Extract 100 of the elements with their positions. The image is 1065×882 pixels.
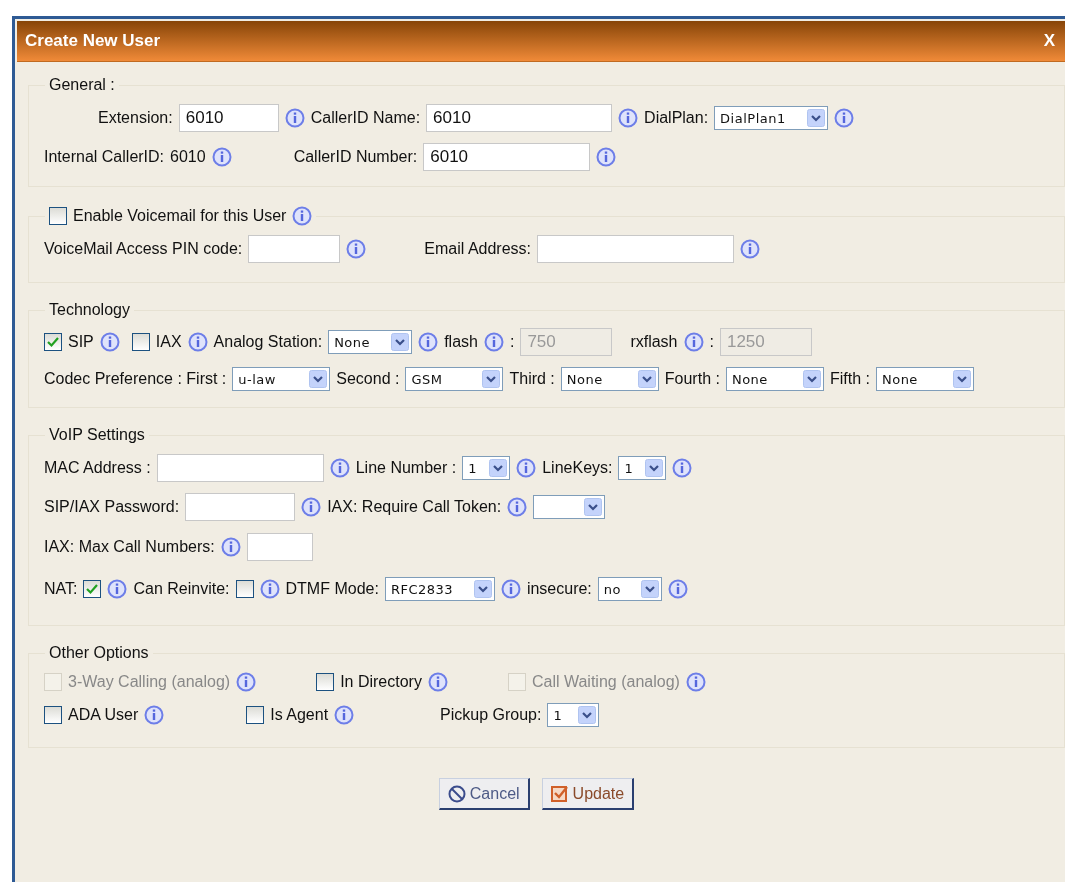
info-icon[interactable] xyxy=(418,332,439,352)
dropdown[interactable]: DialPlan1 xyxy=(714,106,829,130)
field-label: VoIP Settings xyxy=(49,426,145,444)
checkbox-label: SIP xyxy=(68,333,94,351)
dropdown[interactable]: 1 xyxy=(618,456,667,480)
info-icon[interactable] xyxy=(236,672,257,692)
chevron-down-icon xyxy=(802,370,821,388)
checkbox-label: ADA User xyxy=(68,706,139,724)
field-label: IAX: Require Call Token: xyxy=(327,498,502,516)
dropdown[interactable]: no xyxy=(597,577,662,601)
checkbox[interactable] xyxy=(44,333,62,351)
info-icon[interactable] xyxy=(427,672,448,692)
chevron-down-icon xyxy=(952,370,971,388)
field-label: flash xyxy=(444,333,478,351)
info-icon[interactable] xyxy=(220,537,241,557)
field-label: Extension: xyxy=(98,109,173,127)
field-label: insecure: xyxy=(526,580,592,598)
field-label: Internal CallerID: xyxy=(44,148,165,166)
input-field[interactable] xyxy=(246,533,313,561)
input-field[interactable] xyxy=(537,235,735,263)
field-label: Other Options xyxy=(49,644,149,662)
dropdown[interactable]: None xyxy=(328,330,413,354)
input-field[interactable]: 6010 xyxy=(423,143,591,171)
info-icon[interactable] xyxy=(596,147,617,167)
info-icon[interactable] xyxy=(507,497,528,517)
field-label: : xyxy=(509,333,515,351)
info-icon[interactable] xyxy=(516,458,537,478)
chevron-down-icon xyxy=(807,109,826,127)
info-icon[interactable] xyxy=(187,332,208,352)
info-icon[interactable] xyxy=(685,672,706,692)
checkbox[interactable] xyxy=(316,673,335,691)
field-label: rxflash xyxy=(630,333,678,351)
info-icon[interactable] xyxy=(667,579,688,599)
chevron-down-icon xyxy=(489,459,508,477)
field-label: IAX: Max Call Numbers: xyxy=(44,538,215,556)
checkbox[interactable] xyxy=(49,207,67,225)
update-button[interactable]: Update xyxy=(541,778,635,810)
field-label: NAT: xyxy=(44,580,78,598)
dropdown[interactable]: 1 xyxy=(462,456,511,480)
dropdown[interactable]: None xyxy=(875,367,974,391)
field-label: Second : xyxy=(336,370,400,388)
info-icon[interactable] xyxy=(740,239,761,259)
info-icon[interactable] xyxy=(672,458,693,478)
info-icon[interactable] xyxy=(284,108,305,128)
chevron-down-icon xyxy=(309,370,328,388)
dropdown[interactable]: RFC2833 xyxy=(384,577,495,601)
dropdown[interactable]: None xyxy=(560,367,659,391)
close-button[interactable]: X xyxy=(1043,31,1055,51)
dropdown[interactable] xyxy=(533,495,606,519)
info-icon[interactable] xyxy=(500,579,521,599)
cancel-button[interactable]: Cancel xyxy=(438,778,530,810)
info-icon[interactable] xyxy=(144,705,165,725)
info-icon[interactable] xyxy=(329,458,350,478)
checkbox-label: Enable Voicemail for this User xyxy=(73,207,287,225)
info-icon[interactable] xyxy=(834,108,855,128)
field-label: Third : xyxy=(509,370,555,388)
input-field[interactable]: 6010 xyxy=(178,104,279,132)
info-icon[interactable] xyxy=(683,332,704,352)
dropdown[interactable]: GSM xyxy=(405,367,504,391)
checkbox-label: 3-Way Calling (analog) xyxy=(68,673,231,691)
dropdown[interactable]: 1 xyxy=(547,703,600,727)
checkbox[interactable] xyxy=(235,580,254,598)
field-label: DTMF Mode: xyxy=(285,580,379,598)
field-label: General : xyxy=(49,76,115,94)
field-label: Email Address: xyxy=(424,240,532,258)
checkbox[interactable] xyxy=(44,706,62,724)
chevron-down-icon xyxy=(391,333,410,351)
field-label: SIP/IAX Password: xyxy=(44,498,180,516)
info-icon[interactable] xyxy=(211,147,232,167)
info-icon[interactable] xyxy=(292,206,313,226)
field-label: Technology xyxy=(49,301,130,319)
field-label: Line Number : xyxy=(355,459,457,477)
info-icon[interactable] xyxy=(334,705,355,725)
dropdown[interactable]: None xyxy=(725,367,824,391)
field-label: : xyxy=(709,333,714,351)
field-label: VoiceMail Access PIN code: xyxy=(44,240,243,258)
info-icon[interactable] xyxy=(483,332,504,352)
input-field[interactable] xyxy=(248,235,341,263)
info-icon[interactable] xyxy=(301,497,322,517)
checkbox-label: Is Agent xyxy=(270,706,329,724)
field-label: Pickup Group: xyxy=(440,706,542,724)
dropdown[interactable]: u-law xyxy=(232,367,331,391)
checkbox-label: In Directory xyxy=(340,673,422,691)
info-icon[interactable] xyxy=(346,239,367,259)
field-label: DialPlan: xyxy=(644,109,709,127)
input-field[interactable] xyxy=(185,493,296,521)
ban-icon xyxy=(447,784,466,803)
value-text: 6010 xyxy=(170,148,206,166)
checkbox[interactable] xyxy=(131,333,150,351)
input-field[interactable] xyxy=(156,454,324,482)
checkbox[interactable] xyxy=(83,580,102,598)
info-icon[interactable] xyxy=(99,332,120,352)
checkbox[interactable] xyxy=(246,706,265,724)
info-icon[interactable] xyxy=(618,108,639,128)
info-icon[interactable] xyxy=(259,579,280,599)
info-icon[interactable] xyxy=(107,579,128,599)
input-field[interactable]: 6010 xyxy=(426,104,613,132)
checkbox-label: IAX xyxy=(155,333,182,351)
chevron-down-icon xyxy=(482,370,501,388)
field-label: LineKeys: xyxy=(542,459,613,477)
